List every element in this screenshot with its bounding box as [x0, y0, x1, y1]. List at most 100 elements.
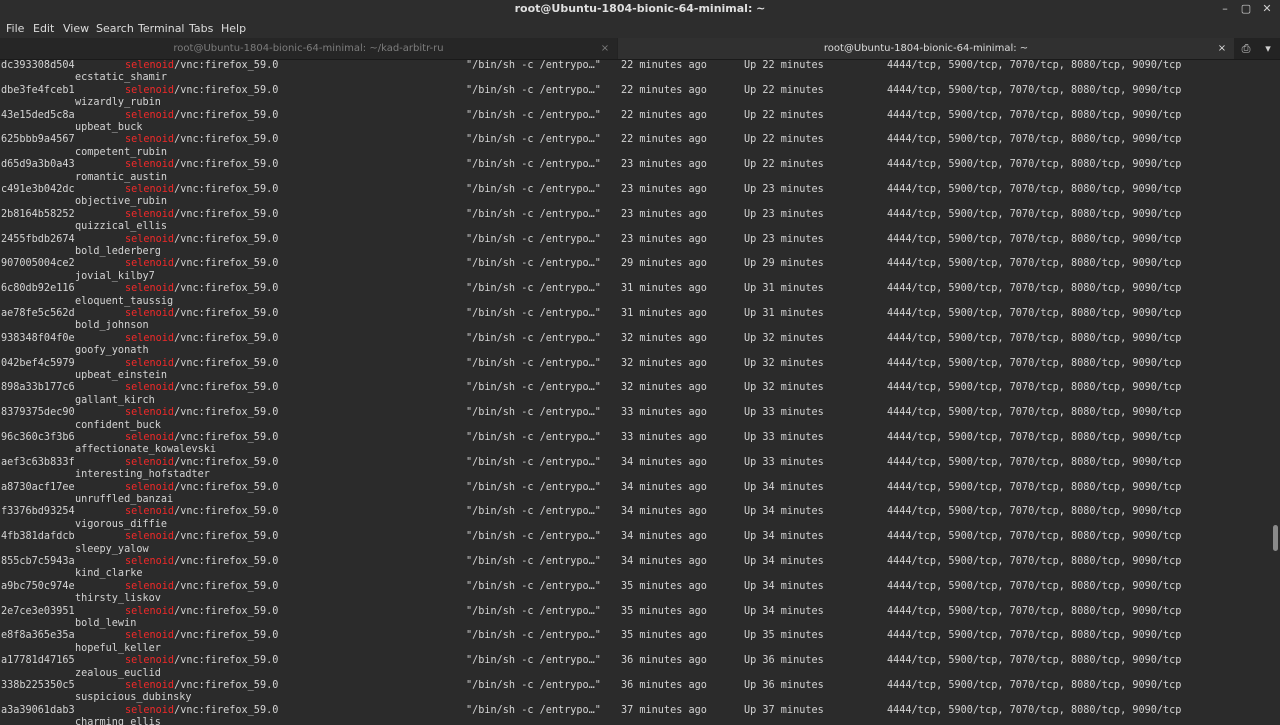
container-created: 29 minutes ago	[621, 258, 707, 270]
container-id: a8730acf17ee	[1, 481, 75, 493]
tab-kad-arbitr[interactable]: root@Ubuntu-1804-bionic-64-minimal: ~/ka…	[0, 38, 617, 59]
image-tag: /vnc:firefox_59.0	[174, 456, 279, 468]
container-status: Up 22 minutes	[744, 134, 824, 146]
image-name-highlight: selenoid	[125, 134, 175, 146]
minimize-icon[interactable]: –	[1217, 1, 1233, 17]
container-id: e8f8a365e35a	[1, 630, 75, 642]
maximize-icon[interactable]: ▢	[1238, 1, 1254, 17]
close-icon[interactable]: ✕	[1259, 1, 1275, 17]
menu-terminal[interactable]: Terminal	[138, 22, 185, 35]
image-name-highlight: selenoid	[125, 357, 175, 369]
container-name: suspicious_dubinsky	[75, 692, 192, 704]
container-created: 36 minutes ago	[621, 655, 707, 667]
container-command: "/bin/sh -c /entrypo…"	[466, 580, 601, 592]
menu-file[interactable]: File	[6, 22, 24, 35]
image-name-highlight: selenoid	[125, 332, 175, 344]
container-command: "/bin/sh -c /entrypo…"	[466, 481, 601, 493]
container-command: "/bin/sh -c /entrypo…"	[466, 60, 601, 71]
container-ports: 4444/tcp, 5900/tcp, 7070/tcp, 8080/tcp, …	[887, 357, 1182, 369]
image-name-highlight: selenoid	[125, 481, 175, 493]
container-created: 32 minutes ago	[621, 332, 707, 344]
tab-close-icon[interactable]: ×	[599, 38, 611, 59]
image-name-highlight: selenoid	[125, 506, 175, 518]
container-created: 22 minutes ago	[621, 60, 707, 71]
container-name: upbeat_einstein	[75, 370, 168, 381]
image-tag: /vnc:firefox_59.0	[174, 134, 279, 146]
container-image: selenoid/vnc:firefox_59.0	[125, 333, 278, 344]
container-image: selenoid/vnc:firefox_59.0	[125, 531, 278, 542]
container-ports: 4444/tcp, 5900/tcp, 7070/tcp, 8080/tcp, …	[887, 680, 1182, 691]
menu-view[interactable]: View	[63, 22, 89, 35]
container-name: goofy_yonath	[75, 345, 149, 357]
container-id: 2e7ce3e03951	[1, 605, 75, 617]
container-image: selenoid/vnc:firefox_59.0	[125, 581, 278, 592]
container-command: "/bin/sh -c /entrypo…"	[466, 208, 601, 220]
image-tag: /vnc:firefox_59.0	[174, 531, 279, 543]
tab-close-icon[interactable]: ×	[1216, 38, 1228, 59]
container-created: 33 minutes ago	[621, 407, 707, 419]
tab-menu-chevron-down-icon[interactable]: ▾	[1259, 40, 1277, 57]
container-image: selenoid/vnc:firefox_59.0	[125, 606, 278, 617]
container-id: 855cb7c5943a	[1, 556, 75, 567]
container-status: Up 29 minutes	[744, 258, 824, 270]
container-name: unruffled_banzai	[75, 494, 174, 505]
menu-tabs[interactable]: Tabs	[189, 22, 213, 35]
menu-edit[interactable]: Edit	[33, 22, 54, 35]
image-tag: /vnc:firefox_59.0	[174, 704, 279, 716]
container-name: vigorous_diffie	[75, 518, 168, 530]
container-id: 96c360c3f3b6	[1, 432, 75, 443]
new-tab-icon[interactable]: ⎙	[1237, 40, 1255, 57]
container-ports: 4444/tcp, 5900/tcp, 7070/tcp, 8080/tcp, …	[887, 481, 1182, 493]
container-created: 34 minutes ago	[621, 481, 707, 493]
container-created: 35 minutes ago	[621, 580, 707, 592]
tab-home[interactable]: root@Ubuntu-1804-bionic-64-minimal: ~ ×	[618, 38, 1234, 59]
image-tag: /vnc:firefox_59.0	[174, 258, 279, 270]
container-image: selenoid/vnc:firefox_59.0	[125, 407, 278, 418]
image-name-highlight: selenoid	[125, 531, 175, 543]
menu-help[interactable]: Help	[221, 22, 246, 35]
container-name: eloquent_taussig	[75, 295, 174, 307]
image-tag: /vnc:firefox_59.0	[174, 630, 279, 642]
image-name-highlight: selenoid	[125, 308, 175, 319]
container-image: selenoid/vnc:firefox_59.0	[125, 85, 278, 96]
container-name: bold_lederberg	[75, 246, 161, 257]
menu-search[interactable]: Search	[96, 22, 134, 35]
container-image: selenoid/vnc:firefox_59.0	[125, 159, 278, 170]
container-command: "/bin/sh -c /entrypo…"	[466, 233, 601, 245]
image-tag: /vnc:firefox_59.0	[174, 655, 279, 667]
container-id: 4fb381dafdcb	[1, 531, 75, 543]
image-name-highlight: selenoid	[125, 184, 175, 195]
container-status: Up 34 minutes	[744, 481, 824, 493]
container-status: Up 22 minutes	[744, 159, 824, 171]
container-ports: 4444/tcp, 5900/tcp, 7070/tcp, 8080/tcp, …	[887, 283, 1182, 295]
image-tag: /vnc:firefox_59.0	[174, 84, 279, 96]
container-ports: 4444/tcp, 5900/tcp, 7070/tcp, 8080/tcp, …	[887, 506, 1182, 518]
container-ports: 4444/tcp, 5900/tcp, 7070/tcp, 8080/tcp, …	[887, 84, 1182, 96]
container-name: zealous_euclid	[75, 667, 161, 679]
container-image: selenoid/vnc:firefox_59.0	[125, 506, 278, 517]
terminal-output[interactable]: dc393308d504 selenoid/vnc:firefox_59.0 "/b…	[0, 60, 1270, 725]
container-command: "/bin/sh -c /entrypo…"	[466, 308, 601, 319]
container-status: Up 33 minutes	[744, 432, 824, 443]
title-bar[interactable]: root@Ubuntu-1804-bionic-64-minimal: ~ – …	[0, 0, 1280, 18]
container-ports: 4444/tcp, 5900/tcp, 7070/tcp, 8080/tcp, …	[887, 580, 1182, 592]
image-name-highlight: selenoid	[125, 84, 175, 96]
container-image: selenoid/vnc:firefox_59.0	[125, 358, 278, 369]
container-id: 43e15ded5c8a	[1, 109, 75, 121]
container-name: bold_lewin	[75, 618, 137, 629]
container-command: "/bin/sh -c /entrypo…"	[466, 655, 601, 667]
container-created: 23 minutes ago	[621, 159, 707, 171]
tab-title: root@Ubuntu-1804-bionic-64-minimal: ~	[823, 43, 1029, 54]
container-status: Up 22 minutes	[744, 84, 824, 96]
container-name: objective_rubin	[75, 196, 168, 208]
scrollbar-thumb[interactable]	[1273, 525, 1278, 551]
container-image: selenoid/vnc:firefox_59.0	[125, 556, 278, 567]
container-created: 34 minutes ago	[621, 506, 707, 518]
container-status: Up 33 minutes	[744, 407, 824, 419]
container-ports: 4444/tcp, 5900/tcp, 7070/tcp, 8080/tcp, …	[887, 630, 1182, 642]
container-ports: 4444/tcp, 5900/tcp, 7070/tcp, 8080/tcp, …	[887, 456, 1182, 468]
image-tag: /vnc:firefox_59.0	[174, 283, 279, 295]
image-name-highlight: selenoid	[125, 233, 175, 245]
container-image: selenoid/vnc:firefox_59.0	[125, 382, 278, 393]
container-name: wizardly_rubin	[75, 97, 161, 109]
